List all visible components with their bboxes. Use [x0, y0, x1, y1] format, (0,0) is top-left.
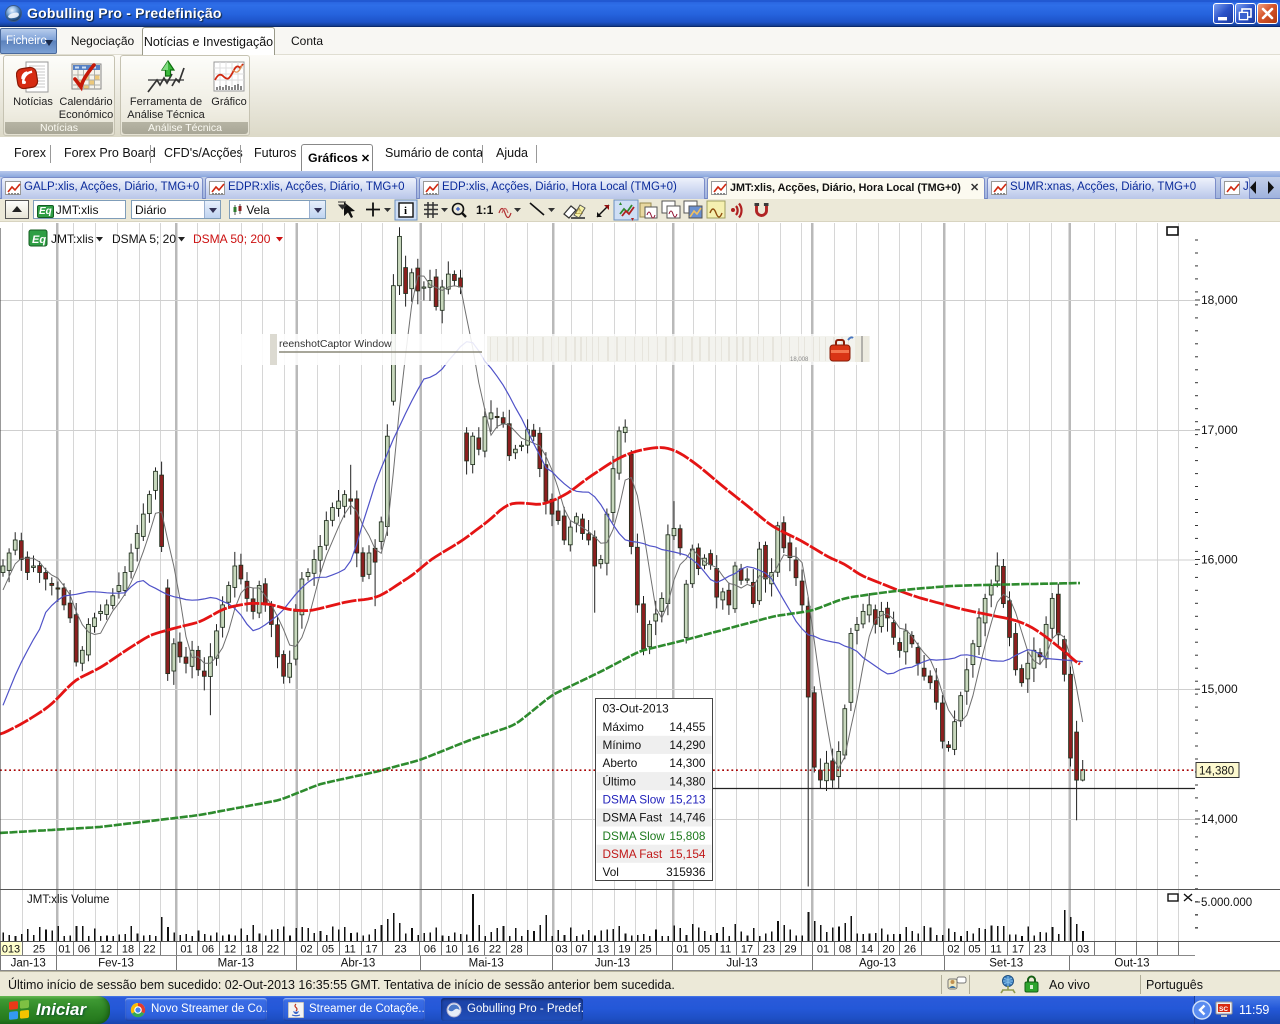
svg-text:⚠: ⚠	[575, 206, 583, 216]
svg-text:Set-13: Set-13	[989, 958, 1023, 970]
svg-text:28: 28	[510, 944, 522, 956]
svg-text:01: 01	[58, 944, 70, 956]
svg-text:14,455: 14,455	[669, 720, 706, 734]
svg-text:DSMA Slow: DSMA Slow	[603, 793, 666, 807]
svg-text:08: 08	[839, 944, 851, 956]
svg-text:23: 23	[1034, 944, 1046, 956]
svg-text:03-Out-2013: 03-Out-2013	[603, 702, 670, 716]
svg-text:DSMA Fast: DSMA Fast	[603, 811, 663, 825]
svg-text:29: 29	[784, 944, 796, 956]
svg-text:17: 17	[1012, 944, 1024, 956]
svg-text:DSMA Fast: DSMA Fast	[603, 847, 663, 861]
svg-text:17,000: 17,000	[1201, 423, 1238, 437]
svg-text:315936: 315936	[666, 865, 706, 879]
svg-text:Mar-13: Mar-13	[218, 958, 254, 970]
svg-text:Out-13: Out-13	[1114, 958, 1149, 970]
svg-text:22: 22	[143, 944, 155, 956]
svg-text:14: 14	[861, 944, 873, 956]
svg-text:5.000.000: 5.000.000	[1201, 897, 1252, 909]
svg-text:01: 01	[676, 944, 688, 956]
svg-text:Mai-13: Mai-13	[469, 958, 504, 970]
svg-text:Último: Último	[603, 774, 637, 788]
svg-text:06: 06	[78, 944, 90, 956]
svg-text:JMT:xlis Volume: JMT:xlis Volume	[27, 894, 109, 906]
svg-text:DSMA 5; 20: DSMA 5; 20	[112, 232, 176, 246]
svg-text:02: 02	[300, 944, 312, 956]
svg-text:18,008: 18,008	[790, 357, 809, 363]
svg-text:25: 25	[33, 944, 45, 956]
svg-text:01: 01	[817, 944, 829, 956]
svg-text:23: 23	[763, 944, 775, 956]
svg-text:18,000: 18,000	[1201, 293, 1238, 307]
svg-text:Vol: Vol	[603, 865, 619, 879]
svg-text:14,000: 14,000	[1201, 812, 1238, 826]
svg-text:23: 23	[394, 944, 406, 956]
svg-text:01: 01	[180, 944, 192, 956]
svg-text:18: 18	[245, 944, 257, 956]
svg-text:22: 22	[267, 944, 279, 956]
svg-text:DSMA Slow: DSMA Slow	[603, 829, 666, 843]
svg-text:20: 20	[882, 944, 894, 956]
svg-text:Ago-13: Ago-13	[859, 958, 896, 970]
svg-text:11: 11	[720, 944, 731, 956]
svg-text:14,380: 14,380	[1199, 766, 1234, 778]
svg-text:14,746: 14,746	[669, 811, 706, 825]
svg-text:15,213: 15,213	[669, 793, 706, 807]
svg-text:15,808: 15,808	[669, 829, 706, 843]
svg-text:22: 22	[489, 944, 501, 956]
svg-text:Jan-13: Jan-13	[11, 958, 46, 970]
svg-text:16: 16	[467, 944, 479, 956]
svg-text:19: 19	[618, 944, 630, 956]
svg-text:02: 02	[947, 944, 959, 956]
svg-text:05: 05	[322, 944, 334, 956]
svg-text:26: 26	[904, 944, 916, 956]
svg-text:06: 06	[424, 944, 436, 956]
svg-text:18: 18	[122, 944, 134, 956]
svg-text:JMT:xlis: JMT:xlis	[51, 232, 94, 246]
svg-text:14,380: 14,380	[669, 774, 706, 788]
svg-text:17: 17	[365, 944, 377, 956]
svg-text:14,290: 14,290	[669, 738, 706, 752]
svg-text:03: 03	[1077, 944, 1089, 956]
svg-text:16,000: 16,000	[1201, 553, 1238, 567]
svg-text:reenshotCaptor Window: reenshotCaptor Window	[279, 338, 392, 350]
svg-text:17: 17	[741, 944, 753, 956]
svg-text:Abr-13: Abr-13	[341, 958, 376, 970]
svg-text:03: 03	[555, 944, 567, 956]
svg-text:Jul-13: Jul-13	[726, 958, 757, 970]
svg-text:Aberto: Aberto	[603, 756, 638, 770]
svg-text:Jun-13: Jun-13	[595, 958, 630, 970]
svg-text:10: 10	[445, 944, 457, 956]
svg-text:12: 12	[224, 944, 236, 956]
svg-text:06: 06	[202, 944, 214, 956]
svg-text:Eq: Eq	[32, 234, 46, 246]
svg-text:15,000: 15,000	[1201, 682, 1238, 696]
svg-text:15,154: 15,154	[669, 847, 706, 861]
svg-text:Máximo: Máximo	[603, 720, 645, 734]
svg-text:11: 11	[990, 944, 1001, 956]
svg-text:11: 11	[344, 944, 355, 956]
svg-text:25: 25	[639, 944, 651, 956]
svg-text:12: 12	[100, 944, 112, 956]
svg-text:Fev-13: Fev-13	[98, 958, 134, 970]
svg-text:Mínimo: Mínimo	[603, 738, 642, 752]
svg-text:SC: SC	[1219, 1006, 1228, 1013]
svg-text:DSMA 50; 200: DSMA 50; 200	[193, 232, 271, 246]
svg-text:13: 13	[597, 944, 609, 956]
svg-text:05: 05	[698, 944, 710, 956]
svg-text:i: i	[404, 205, 407, 217]
svg-text:07: 07	[575, 944, 587, 956]
svg-text:14,300: 14,300	[669, 756, 706, 770]
svg-text:1:1: 1:1	[476, 203, 494, 217]
svg-text:05: 05	[968, 944, 980, 956]
svg-text:013: 013	[2, 944, 20, 956]
